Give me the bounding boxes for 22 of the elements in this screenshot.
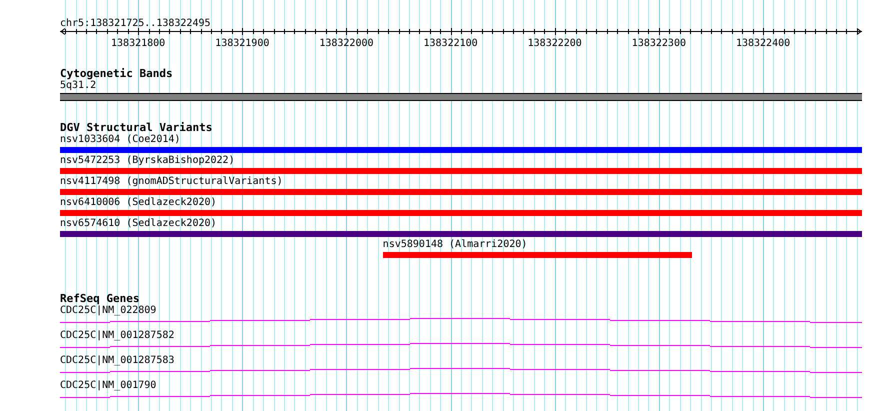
feature-label: CDC25C|NM_001287583 xyxy=(60,355,174,367)
feature-label: nsv1033604 (Coe2014) xyxy=(60,134,180,146)
tick-label: 138322100 xyxy=(424,38,478,49)
feature-label: CDC25C|NM_022809 xyxy=(60,305,156,317)
feature-label: nsv6410006 (Sedlazeck2020) xyxy=(60,197,217,209)
feature-label: 5q31.2 xyxy=(60,80,96,92)
tick-label: 138322000 xyxy=(319,38,374,49)
tick-label: 138321800 xyxy=(111,38,166,49)
track-title: DGV Structural Variants xyxy=(60,122,214,134)
tick-label: 138322300 xyxy=(632,38,686,49)
tick-label: 138322200 xyxy=(528,38,582,49)
tick-label: 138321900 xyxy=(215,38,270,49)
tick-label: 138322400 xyxy=(736,38,790,49)
feature-label: nsv5890148 (Almarri2020) xyxy=(382,239,528,251)
feature-label: nsv5472253 (ByrskaBishop2022) xyxy=(60,155,235,167)
feature-label: CDC25C|NM_001790 xyxy=(60,380,156,392)
range-label: chr5:138321725..138322495 xyxy=(60,18,211,29)
feature-label: nsv4117498 (gnomADStructuralVariants) xyxy=(60,176,283,188)
track-title: Cytogenetic Bands xyxy=(60,68,174,80)
feature-label: CDC25C|NM_001287582 xyxy=(60,330,174,342)
feature-label: nsv6574610 (Sedlazeck2020) xyxy=(60,218,217,230)
track-title: RefSeq Genes xyxy=(60,293,140,305)
